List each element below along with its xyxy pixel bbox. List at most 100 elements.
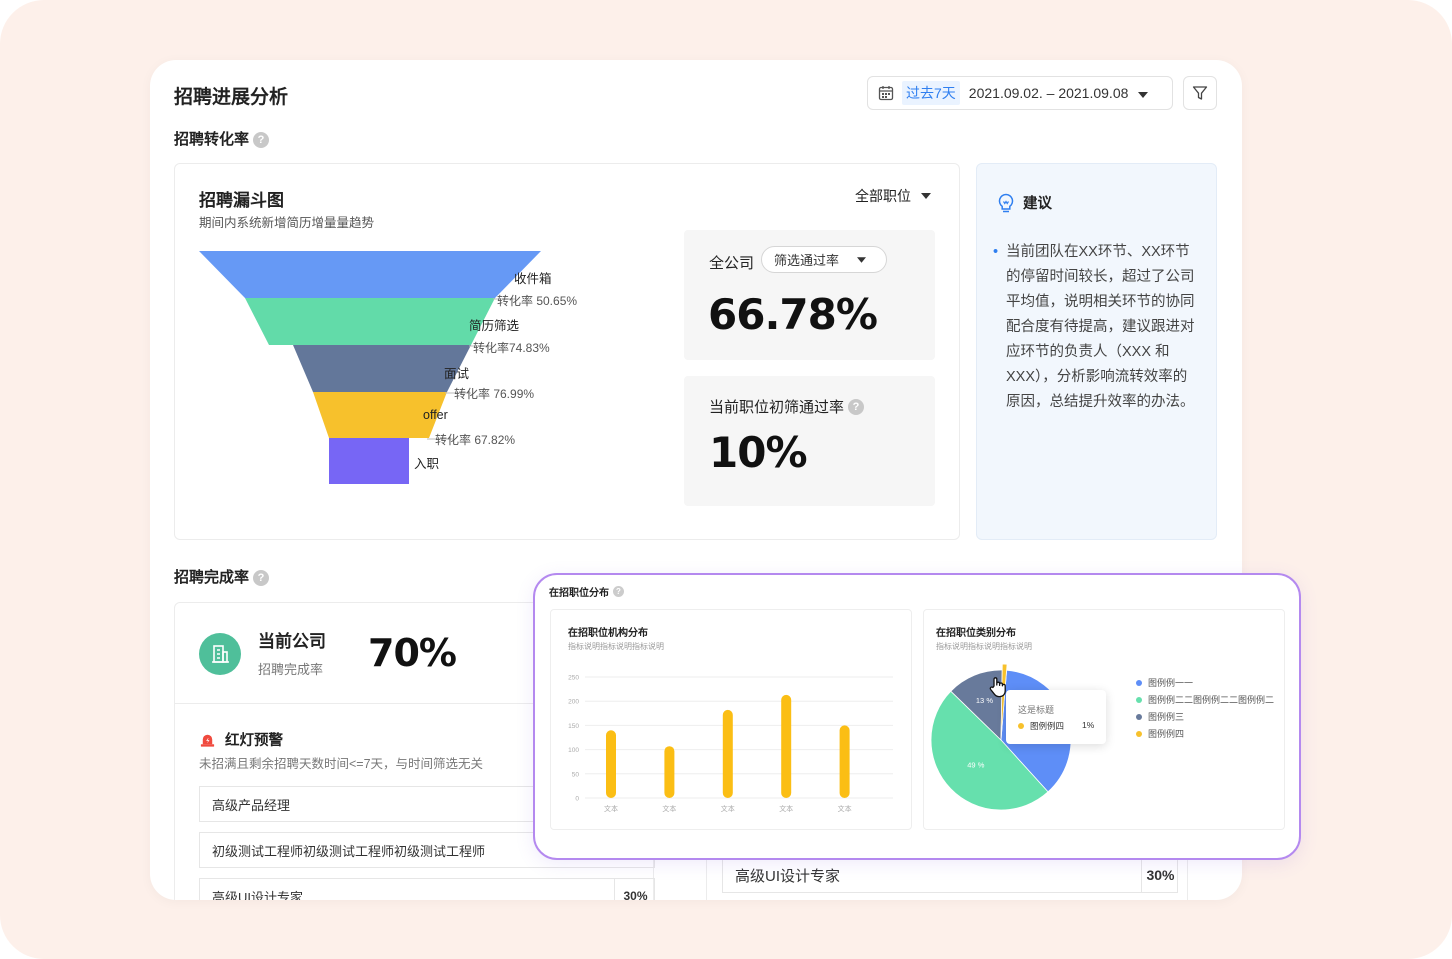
funnel-stage-label: 面试 [444,367,470,381]
x-tick-label: 文本 [604,804,618,813]
row-position-name: 高级UI设计专家 [735,867,841,885]
company-rate-value: 66.78% [708,290,878,339]
caret-down-icon [1138,85,1149,101]
legend-label: 图例例三 [1148,712,1185,722]
company-completion-title: 当前公司 [258,632,326,651]
y-tick-label: 50 [572,771,580,778]
suggestion-line: 应环节的负责人（XXX 和 [1006,344,1170,360]
legend-item[interactable]: 图例例一一 [1136,674,1274,691]
bar[interactable] [606,730,616,798]
pie-chart-card: 在招职位类别分布 指标说明指标说明指标说明 49 % 13 % 图例例一一 图例例… [923,609,1285,830]
rate-type-value: 筛选通过率 [774,253,840,268]
bar[interactable] [839,725,850,798]
funnel-stage-0 [199,251,541,298]
lightbulb-icon [998,193,1014,212]
legend-dot [1136,679,1142,686]
row-position-name: 高级UI设计专家 [212,889,304,901]
tooltip-title: 这是标题 [1018,705,1055,715]
bar[interactable] [722,709,733,798]
funnel-rate-label: 转化率 50.65% [497,294,578,308]
suggestion-header: 建议 [997,192,1052,213]
suggestion-line: 原因，总结提升效率的办法。 [1006,394,1195,410]
distribution-title-row: 在招职位分布 ? [549,584,624,599]
caret-down-icon [921,193,931,199]
pie-chart: 49 %13 % [930,663,1072,811]
company-rate-box: 全公司 筛选通过率 66.78% [684,230,935,360]
filter-icon [1192,86,1208,100]
bar-chart-card: 在招职位机构分布 指标说明指标说明指标说明 0 50 100 150 200 250 文本 文… [550,609,912,830]
suggestion-line: 平均值，说明相关环节的协同 [1006,294,1195,310]
conversion-section-label: 招聘转化率 [174,131,250,148]
rate-type-select[interactable]: 筛选通过率 [761,246,887,273]
funnel-stage-label: offer [423,408,448,422]
hand-cursor-icon [989,677,1006,698]
alert-list-row[interactable]: 高级UI设计专家 30% [199,878,655,900]
alarm-icon [200,734,215,747]
company-completion-value: 70% [368,631,457,675]
building-icon [199,633,241,675]
filter-button[interactable] [1183,76,1217,110]
position-select[interactable]: 全部职位 [855,186,931,206]
funnel-stage-label: 入职 [414,457,440,471]
date-range-picker[interactable]: 过去7天 2021.09.02. – 2021.09.08 [867,76,1173,110]
funnel-stage-1 [245,298,495,345]
help-icon[interactable]: ? [613,586,624,597]
legend-item[interactable]: 图例例二二图例例二二图例例二 [1136,691,1274,708]
distribution-overlay: 在招职位分布 ? 在招职位机构分布 指标说明指标说明指标说明 0 50 100 150… [533,573,1301,860]
legend-item[interactable]: 图例例三 [1136,708,1274,725]
alert-description: 未招满且剩余招聘天数时间<=7天，与时间筛选无关 [199,757,484,771]
legend-label: 图例例四 [1148,729,1185,739]
current-rate-value: 10% [709,428,808,477]
distribution-title: 在招职位分布 [549,588,609,599]
company-completion-sub: 招聘完成率 [258,662,324,677]
right-list-row[interactable]: 高级UI设计专家 30% [722,857,1178,893]
bar[interactable] [781,694,792,798]
funnel-subtitle: 期间内系统新增简历增量量趋势 [199,216,375,230]
row-position-name: 初级测试工程师初级测试工程师初级测试工程师 [212,843,486,859]
funnel-rate-label: 转化率74.83% [473,341,550,355]
x-tick-label: 文本 [779,804,793,813]
current-rate-label-row: 当前职位初筛通过率? [709,396,865,417]
pie-chart-title: 在招职位类别分布 [936,628,1016,639]
suggestion-line: 配合度有待提高，建议跟进对 [1006,319,1195,335]
pie-tooltip: 这是标题 图例例四 1% [1006,690,1106,744]
funnel-stage-4 [329,438,409,484]
help-icon[interactable]: ? [253,570,270,587]
current-rate-label: 当前职位初筛通过率 [709,399,845,416]
position-select-value: 全部职位 [855,188,911,204]
help-icon[interactable]: ? [848,398,865,415]
funnel-chart [199,251,541,484]
suggestion-title: 建议 [1023,196,1052,212]
current-rate-box: 当前职位初筛通过率? 10% [684,376,935,506]
legend-label: 图例例一一 [1148,678,1194,688]
y-tick-label: 200 [568,699,579,706]
date-preset-tag[interactable]: 过去7天 [902,81,960,105]
funnel-stage-label: 简历筛选 [469,319,520,333]
suggestion-line: • 当前团队在XX环节、XX环节 [993,244,1190,260]
legend-item[interactable]: 图例例四 [1136,725,1274,742]
tooltip-value: 1% [1082,720,1095,730]
tooltip-series-label: 图例例四 [1030,721,1065,731]
y-tick-label: 250 [568,675,579,682]
help-icon[interactable]: ? [253,132,270,149]
legend-label: 图例例二二图例例二二图例例二 [1148,695,1275,705]
suggestion-body: • 当前团队在XX环节、XX环节 的停留时间较长，超过了公司 平均值，说明相关环节… [991,240,1211,415]
funnel-rate-label: 转化率 76.99% [454,387,535,401]
bar[interactable] [664,746,675,798]
completion-section-title: 招聘完成率? [174,566,270,587]
x-tick-label: 文本 [662,804,676,813]
y-tick-label: 100 [568,747,579,754]
funnel-stage-label: 收件箱 [514,272,552,286]
bar-chart-desc: 指标说明指标说明指标说明 [568,642,664,651]
row-rate-value: 30% [614,879,656,900]
page-title: 招聘进展分析 [174,87,289,108]
y-tick-label: 150 [568,723,579,730]
calendar-icon [878,85,894,101]
suggestion-card: 建议 • 当前团队在XX环节、XX环节 的停留时间较长，超过了公司 平均值，说明相… [976,163,1217,540]
caret-down-icon [857,256,867,263]
suggestion-line: 的停留时间较长，超过了公司 [1006,269,1195,285]
funnel-card: 招聘漏斗图 期间内系统新增简历增量量趋势 全部职位 收件箱 转化率 50.65%… [174,163,960,540]
completion-section-label: 招聘完成率 [174,569,250,586]
funnel-rate-label: 转化率 67.82% [435,433,516,447]
x-tick-label: 文本 [721,804,735,813]
